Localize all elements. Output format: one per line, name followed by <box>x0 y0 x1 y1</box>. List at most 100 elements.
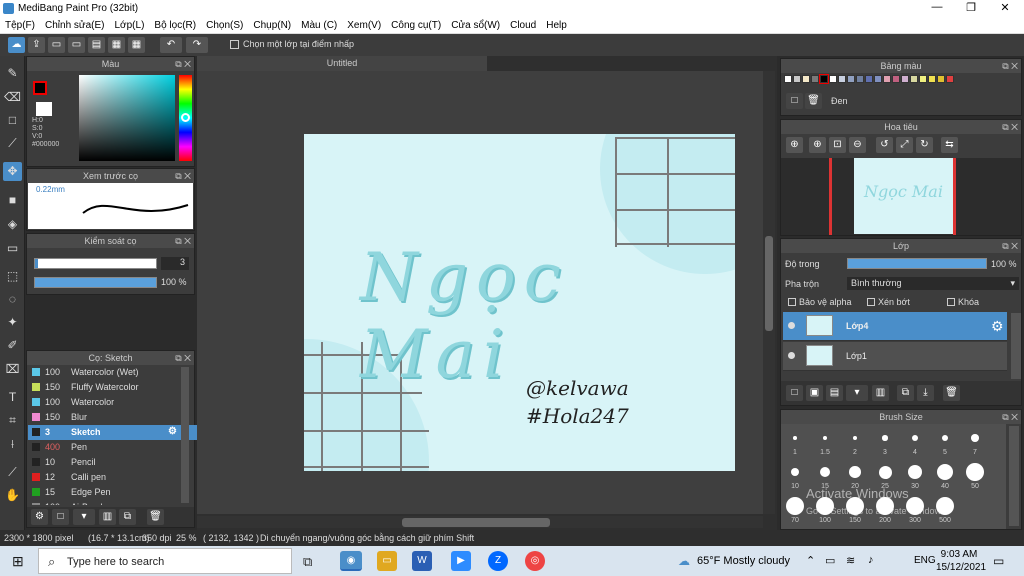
brush-size-slider[interactable] <box>34 258 157 269</box>
palette-swatch[interactable] <box>829 75 837 83</box>
palette-swatch[interactable] <box>856 75 864 83</box>
weather-text[interactable]: 65°F Mostly cloudy <box>697 555 790 567</box>
horizontal-scrollbar[interactable] <box>197 516 763 528</box>
brush-tool-icon[interactable]: ✎ <box>3 64 22 83</box>
blend-mode-select[interactable]: Bình thường ▾ <box>847 277 1019 290</box>
palette-swatch[interactable] <box>784 75 792 83</box>
brush-list-item[interactable]: 150 Blur <box>28 410 205 425</box>
maximize-button[interactable]: ❐ <box>956 1 986 14</box>
layer-settings-gear-icon[interactable]: ⚙ <box>991 318 1004 335</box>
drawing-canvas[interactable]: Ngọc Mai @kelvawa #Hola247 <box>304 134 735 471</box>
menu-snap[interactable]: Chụp(N) <box>248 17 296 31</box>
language-indicator[interactable]: ENG <box>914 555 936 566</box>
dot-tool-icon[interactable]: □ <box>3 111 22 130</box>
select-rect-tool-icon[interactable]: ⬚ <box>3 267 22 286</box>
new-halftone-layer-icon[interactable]: ▣ <box>806 385 823 401</box>
zoom-icon[interactable]: ▶ <box>451 551 471 571</box>
menu-tools[interactable]: Công cụ(T) <box>386 17 446 31</box>
hue-handle[interactable] <box>181 113 190 122</box>
brush-settings-gear-icon[interactable]: ⚙ <box>168 426 177 437</box>
merge-layer-icon[interactable]: ⤓ <box>917 385 934 401</box>
brush-size-scrollbar[interactable] <box>1009 426 1019 526</box>
cloud-icon[interactable]: ☁ <box>8 37 25 53</box>
delete-brush-icon[interactable]: 🗑 <box>147 509 164 525</box>
eraser-tool-icon[interactable]: ⌫ <box>3 88 22 107</box>
panel-close-icon[interactable]: ⧉ ✕ <box>175 234 191 248</box>
palette-swatch[interactable] <box>892 75 900 83</box>
new-layer-icon[interactable]: □ <box>786 385 803 401</box>
clock-time[interactable]: 9:03 AM <box>940 549 978 560</box>
delete-color-icon[interactable]: 🗑 <box>805 93 822 109</box>
line-tool-icon[interactable]: ⟋ <box>3 134 22 153</box>
file-explorer-icon[interactable]: ▭ <box>377 551 397 571</box>
menu-select[interactable]: Chọn(S) <box>201 17 248 31</box>
clipping-checkbox[interactable] <box>867 298 875 306</box>
palette-swatch[interactable] <box>928 75 936 83</box>
palette-swatch[interactable] <box>811 75 819 83</box>
menu-edit[interactable]: Chỉnh sửa(E) <box>40 17 110 31</box>
protect-alpha-checkbox[interactable] <box>788 298 796 306</box>
panel-close-icon[interactable]: ⧉ ✕ <box>1002 120 1018 134</box>
text-tool-icon[interactable]: T <box>3 388 22 407</box>
visibility-icon[interactable] <box>788 352 795 359</box>
eyedropper-tool-icon[interactable]: ⟊ <box>3 435 22 454</box>
visibility-icon[interactable] <box>788 322 795 329</box>
hand-tool-icon[interactable]: ✋ <box>3 486 22 505</box>
palette-swatch[interactable] <box>901 75 909 83</box>
menu-view[interactable]: Xem(V) <box>342 17 386 31</box>
palette-swatch[interactable] <box>847 75 855 83</box>
brush-size-dot[interactable] <box>971 434 979 442</box>
chrome-icon[interactable]: ◎ <box>525 551 545 571</box>
saturation-value-picker[interactable] <box>79 75 175 161</box>
menu-color[interactable]: Màu (C) <box>296 17 342 31</box>
share-icon[interactable]: ⇪ <box>28 37 45 53</box>
palette-swatch[interactable] <box>883 75 891 83</box>
brush-size-dot[interactable] <box>786 497 804 515</box>
medibang-taskbar-icon[interactable]: ◉ <box>340 551 362 571</box>
brush-size-dot[interactable] <box>790 467 800 477</box>
brush-size-dot[interactable] <box>966 463 984 481</box>
delete-layer-icon[interactable]: 🗑 <box>943 385 960 401</box>
brush-list-item[interactable]: 150 Fluffy Watercolor <box>28 380 205 395</box>
duplicate-layer-icon[interactable]: ⧉ <box>897 385 914 401</box>
divide-tool-icon[interactable]: ⌗ <box>3 411 22 430</box>
brush-size-dot[interactable] <box>849 466 861 478</box>
layer-scrollbar[interactable] <box>1011 313 1021 379</box>
brush-size-dot[interactable] <box>822 435 828 441</box>
brush-size-value[interactable]: 3 <box>161 257 189 270</box>
menu-window[interactable]: Cửa sổ(W) <box>446 17 505 31</box>
redo-icon[interactable]: ↷ <box>186 37 208 53</box>
notifications-icon[interactable]: ▭ <box>993 554 1004 568</box>
minimize-button[interactable]: — <box>922 1 952 13</box>
zoom-in-2-icon[interactable]: ⊕ <box>809 137 826 153</box>
brush-list-scrollbar[interactable] <box>181 367 189 503</box>
flip-icon[interactable]: ⇆ <box>941 137 958 153</box>
brush-size-dot[interactable] <box>819 466 831 478</box>
panel-close-icon[interactable]: ⧉ ✕ <box>1002 239 1018 253</box>
clock-date[interactable]: 15/12/2021 <box>936 562 986 573</box>
zoom-out-icon[interactable]: ⊖ <box>849 137 866 153</box>
palette-swatch[interactable] <box>865 75 873 83</box>
brush-list-item[interactable]: 100 Watercolor (Wet) <box>28 365 205 380</box>
magic-wand-tool-icon[interactable]: ✦ <box>3 313 22 332</box>
close-button[interactable]: ✕ <box>990 1 1020 14</box>
comment-list-icon[interactable]: ▭ <box>68 37 85 53</box>
volume-icon[interactable]: ♪ <box>868 554 874 566</box>
comment-icon[interactable]: ▭ <box>48 37 65 53</box>
navigator-preview[interactable]: Ngọc Mai <box>781 158 1021 235</box>
windows-start-icon[interactable]: ⊞ <box>12 553 24 570</box>
select-pen-tool-icon[interactable]: ✐ <box>3 336 22 355</box>
fit-icon[interactable]: ⊡ <box>829 137 846 153</box>
brush-size-dot[interactable] <box>793 436 797 440</box>
task-view-icon[interactable]: ⧉ <box>303 554 312 570</box>
palette-swatch[interactable] <box>946 75 954 83</box>
brush-size-dot[interactable] <box>852 435 858 441</box>
search-box[interactable]: ⌕ Type here to search <box>38 548 292 574</box>
brush-settings-icon[interactable]: ⚙ <box>31 509 48 525</box>
brush-list-item[interactable]: 100 AirBrush <box>28 500 205 505</box>
brush-size-dot[interactable] <box>882 435 888 441</box>
brush-list-item[interactable]: 10 Pencil <box>28 455 205 470</box>
add-color-icon[interactable]: □ <box>786 93 803 109</box>
panel-close-icon[interactable]: ⧉ ✕ <box>175 351 191 365</box>
lasso-tool-icon[interactable]: ◌ <box>3 290 22 309</box>
